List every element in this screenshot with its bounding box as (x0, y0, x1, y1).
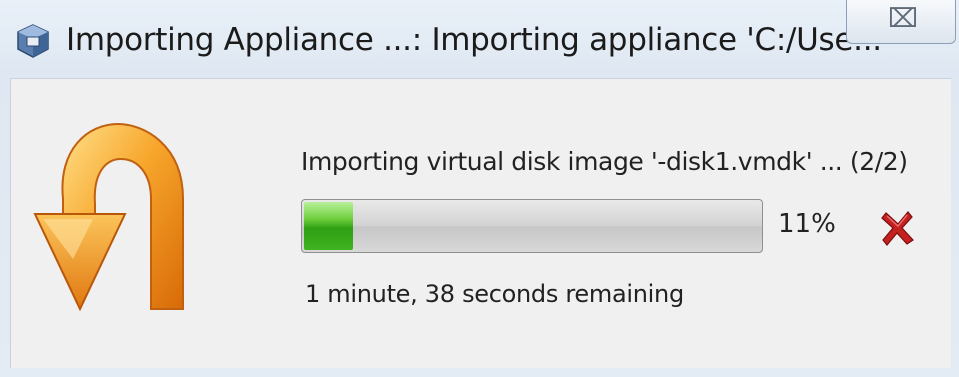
dialog-window: Importing Appliance ...: Importing appli… (0, 0, 959, 377)
title-bar[interactable]: Importing Appliance ...: Importing appli… (0, 0, 959, 78)
import-arrow-icon (33, 122, 184, 312)
time-remaining: 1 minute, 38 seconds remaining (305, 280, 684, 308)
window-title: Importing Appliance ...: Importing appli… (66, 22, 882, 58)
virtualbox-cube-icon (17, 24, 49, 58)
dialog-body: Importing virtual disk image '-disk1.vmd… (10, 78, 951, 368)
close-button[interactable]: ⌧ (846, 0, 956, 44)
operation-description: Importing virtual disk image '-disk1.vmd… (301, 147, 908, 176)
close-icon: ⌧ (888, 4, 918, 34)
progress-bar (301, 199, 763, 253)
progress-fill (304, 202, 353, 250)
progress-percent: 11% (778, 209, 836, 239)
cancel-x-icon[interactable] (878, 207, 918, 247)
